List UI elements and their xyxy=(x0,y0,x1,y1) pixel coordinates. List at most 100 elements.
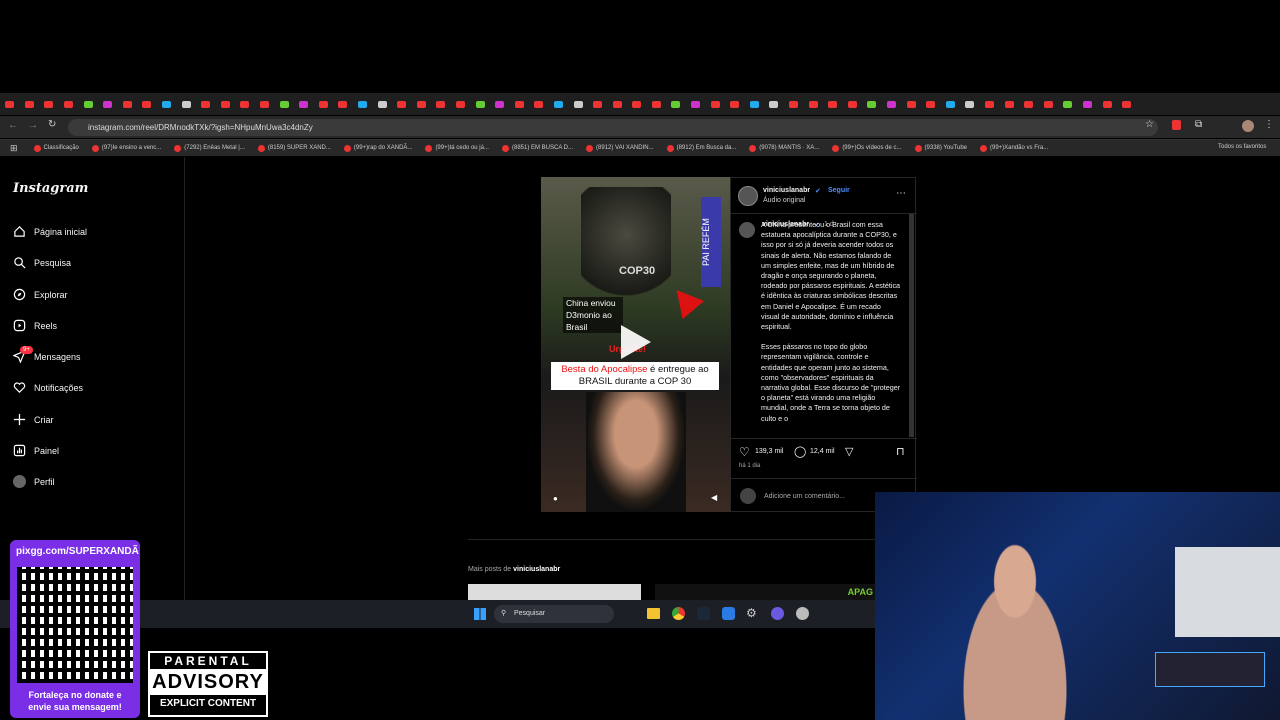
browser-tab[interactable] xyxy=(882,93,902,115)
browser-tab[interactable] xyxy=(431,93,451,115)
app-icon[interactable] xyxy=(771,607,784,620)
bookmark-item[interactable]: (8851) EM BUSCA D... xyxy=(501,144,573,152)
browser-tab[interactable] xyxy=(509,93,529,115)
browser-tab[interactable] xyxy=(1097,93,1117,115)
bookmark-item[interactable]: (99+)rap do XANDÃ... xyxy=(343,144,412,152)
browser-tab[interactable] xyxy=(1078,93,1098,115)
browser-tab[interactable] xyxy=(372,93,392,115)
browser-tab[interactable] xyxy=(823,93,843,115)
author-avatar[interactable] xyxy=(738,186,758,206)
browser-tab[interactable] xyxy=(255,93,275,115)
instagram-logo[interactable]: Instagram xyxy=(13,181,88,196)
browser-tab[interactable] xyxy=(862,93,882,115)
browser-tab[interactable] xyxy=(941,93,961,115)
back-icon[interactable]: ← xyxy=(8,120,18,131)
more-post-thumb[interactable] xyxy=(468,584,641,600)
bookmark-item[interactable]: (99+)tá cedo ou já... xyxy=(425,144,489,152)
browser-tab[interactable] xyxy=(451,93,471,115)
browser-tab[interactable] xyxy=(745,93,765,115)
browser-tab[interactable] xyxy=(588,93,608,115)
browser-tab[interactable] xyxy=(666,93,686,115)
browser-tab[interactable] xyxy=(78,93,98,115)
bookmark-item[interactable]: (99+)Xandão vs Fra... xyxy=(980,144,1048,152)
browser-tab[interactable] xyxy=(1038,93,1058,115)
browser-tab[interactable] xyxy=(843,93,863,115)
browser-tab[interactable] xyxy=(0,93,20,115)
browser-tab[interactable] xyxy=(568,93,588,115)
browser-tab[interactable] xyxy=(1019,93,1039,115)
bookmark-item[interactable]: (7292) Eněas Metal |... xyxy=(174,144,245,152)
comment-icon[interactable]: ◯ xyxy=(794,445,806,458)
play-icon[interactable] xyxy=(621,325,651,359)
nav-search[interactable]: Pesquisa xyxy=(13,256,71,269)
browser-tab[interactable] xyxy=(529,93,549,115)
scrollbar[interactable] xyxy=(909,214,914,437)
browser-tab[interactable] xyxy=(20,93,40,115)
browser-tab[interactable] xyxy=(705,93,725,115)
browser-tab[interactable] xyxy=(803,93,823,115)
browser-tab[interactable] xyxy=(59,93,79,115)
follow-button[interactable]: Seguir xyxy=(828,187,850,194)
browser-tab[interactable] xyxy=(490,93,510,115)
browser-tab[interactable] xyxy=(196,93,216,115)
browser-tab[interactable] xyxy=(314,93,334,115)
profile-avatar[interactable] xyxy=(1242,120,1254,132)
folder-icon[interactable] xyxy=(647,608,660,619)
more-options-icon[interactable]: ⋯ xyxy=(896,188,906,199)
browser-tab[interactable] xyxy=(333,93,353,115)
bookmark-item[interactable]: (8159) SUPER XAND... xyxy=(257,144,331,152)
nav-explore[interactable]: Explorar xyxy=(13,288,68,301)
browser-tab[interactable] xyxy=(921,93,941,115)
browser-tab[interactable] xyxy=(470,93,490,115)
browser-tab[interactable] xyxy=(294,93,314,115)
browser-tab[interactable] xyxy=(274,93,294,115)
nav-dashboard[interactable]: Painel xyxy=(13,444,59,457)
share-icon[interactable]: ▽ xyxy=(845,445,853,458)
browser-tab[interactable] xyxy=(764,93,784,115)
nav-create[interactable]: Criar xyxy=(13,413,54,426)
browser-tab[interactable] xyxy=(627,93,647,115)
browser-tab[interactable] xyxy=(725,93,745,115)
browser-tab[interactable] xyxy=(960,93,980,115)
browser-tab[interactable] xyxy=(607,93,627,115)
browser-tab[interactable] xyxy=(999,93,1019,115)
extension-icon[interactable] xyxy=(1172,120,1181,130)
user-tag-icon[interactable]: ● xyxy=(553,494,558,503)
nav-notifications[interactable]: Notificações xyxy=(13,381,83,394)
browser-tab[interactable] xyxy=(157,93,177,115)
browser-tab[interactable] xyxy=(353,93,373,115)
url-field[interactable]: instagram.com/reel/DRMrıodkTXk/?igsh=NHp… xyxy=(68,119,1158,136)
nav-home[interactable]: Página inicial xyxy=(13,225,87,238)
nav-reels[interactable]: Reels xyxy=(13,319,57,332)
browser-tab[interactable] xyxy=(784,93,804,115)
browser-tab[interactable] xyxy=(137,93,157,115)
settings-icon[interactable]: ⚙ xyxy=(746,606,757,620)
star-icon[interactable]: ☆ xyxy=(1145,119,1154,130)
reload-icon[interactable]: ↻ xyxy=(48,119,56,130)
audio-label[interactable]: Áudio original xyxy=(763,197,805,204)
browser-tab[interactable] xyxy=(98,93,118,115)
like-icon[interactable]: ♡ xyxy=(739,445,750,459)
bookmark-item[interactable]: (8912) VAI XANDIN... xyxy=(586,144,654,152)
mute-icon[interactable]: ◀ xyxy=(711,493,717,502)
nav-profile[interactable]: Perfil xyxy=(13,475,55,488)
puzzle-icon[interactable]: ⧉ xyxy=(1195,119,1202,130)
browser-tab[interactable] xyxy=(1117,93,1137,115)
browser-tab[interactable] xyxy=(411,93,431,115)
browser-tab[interactable] xyxy=(686,93,706,115)
reel-video[interactable]: COP30 PAI REFÉM China enviou D3monio ao … xyxy=(541,177,730,512)
browser-tab[interactable] xyxy=(980,93,1000,115)
windows-start-icon[interactable] xyxy=(474,608,486,620)
browser-tab[interactable] xyxy=(118,93,138,115)
bookmark-item[interactable]: Classificação xyxy=(33,144,79,152)
all-bookmarks[interactable]: Todos os favoritos xyxy=(1218,144,1266,150)
steam-icon[interactable] xyxy=(697,607,710,620)
taskbar-search[interactable]: ⚲ Pesquisar xyxy=(494,605,614,623)
browser-tab[interactable] xyxy=(39,93,59,115)
app-icon[interactable] xyxy=(722,607,735,620)
apps-icon[interactable]: ⊞ xyxy=(10,143,18,154)
author-name[interactable]: viniciuslanabr xyxy=(763,187,810,194)
more-post-thumb[interactable]: APAG xyxy=(655,584,875,600)
browser-tab[interactable] xyxy=(1058,93,1078,115)
browser-tab[interactable] xyxy=(549,93,569,115)
